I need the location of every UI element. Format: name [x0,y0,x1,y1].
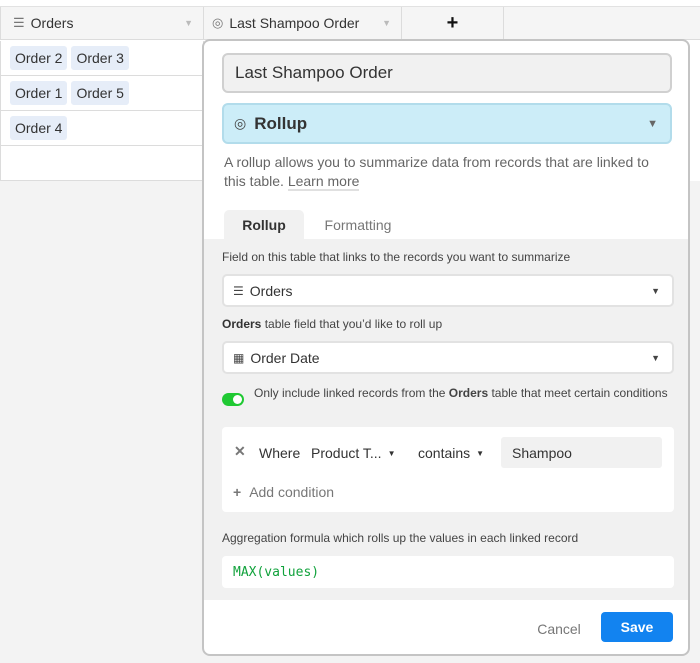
table-name: Orders [448,386,489,400]
add-row-area[interactable] [0,146,204,181]
linked-record-chip[interactable]: Order 5 [71,81,129,105]
column-header-last-shampoo-order[interactable]: ◎ Last Shampoo Order ▼ [204,7,402,40]
rollup-field-value: Order Date [250,349,320,366]
aggregation-formula-input[interactable]: MAX(values) [222,556,674,588]
field-type-label: Rollup [254,113,308,133]
conditions-box: ✕ Where Product T... ▼ contains ▼ Shampoo … [222,427,674,512]
remove-condition-icon[interactable]: ✕ [234,443,246,460]
filter-label-text: table that meet certain conditions [488,386,668,400]
link-field-select[interactable]: ☰ Orders ▼ [222,274,674,307]
condition-operator-value: contains [418,445,471,461]
table-row[interactable]: Order 2 Order 3 [0,41,204,76]
condition-operator-select[interactable]: contains ▼ [418,445,484,461]
save-button[interactable]: Save [601,612,673,642]
filter-toggle[interactable] [222,393,244,406]
tab-formatting[interactable]: Formatting [308,210,408,240]
rollup-field-label: Orders table field that you’d like to ro… [222,317,442,331]
chevron-down-icon[interactable]: ▼ [184,18,193,28]
field-type-description: A rollup allows you to summarize data fr… [224,153,674,191]
condition-value-input[interactable]: Shampoo [501,437,662,468]
header-empty-space [504,7,700,40]
field-type-select[interactable]: ◎ Rollup ▼ [222,103,672,144]
plus-icon: + [233,484,242,500]
rollup-field-select[interactable]: ▦ Order Date ▼ [222,341,674,374]
column-header-label: Orders [30,15,74,31]
field-config-popup: Last Shampoo Order ◎ Rollup ▼ A rollup a… [202,39,690,656]
column-header-orders[interactable]: ☰ Orders ▼ [0,7,204,40]
filter-toggle-label: Only include linked records from the Ord… [254,384,674,403]
table-row[interactable]: Order 4 [0,111,204,146]
table-row[interactable]: Order 1 Order 5 [0,76,204,111]
aggregation-label: Aggregation formula which rolls up the v… [222,531,579,545]
condition-where-label: Where [259,445,301,461]
linked-records-icon: ☰ [13,15,25,30]
chevron-down-icon: ▼ [647,117,658,130]
chevron-down-icon[interactable]: ▼ [382,18,391,28]
link-field-value: Orders [249,282,293,299]
add-condition-button[interactable]: + Add condition [233,484,334,500]
add-condition-label: Add condition [249,484,335,500]
rollup-settings-panel: Field on this table that links to the re… [204,239,688,600]
chevron-down-icon: ▼ [651,352,660,363]
table-name: Orders [222,317,262,331]
linked-records-icon: ☰ [233,283,244,298]
linked-record-chip[interactable]: Order 2 [10,46,68,70]
add-column-button[interactable]: + [402,7,504,40]
learn-more-link[interactable]: Learn more [287,173,360,191]
condition-field-value: Product T... [311,445,382,461]
tab-rollup[interactable]: Rollup [224,210,304,240]
plus-icon: + [446,11,459,34]
cancel-button[interactable]: Cancel [524,614,594,643]
chevron-down-icon: ▼ [476,449,485,458]
rollup-field-label-text: table field that you’d like to roll up [261,317,443,331]
linked-record-chip[interactable]: Order 1 [10,81,68,105]
calendar-icon: ▦ [233,350,245,365]
chevron-down-icon: ▼ [651,285,660,296]
chevron-down-icon: ▼ [387,449,396,458]
grid-top-strip [0,0,700,7]
filter-label-text: Only include linked records from the [254,386,449,400]
rollup-icon: ◎ [212,15,224,30]
linked-record-chip[interactable]: Order 3 [71,46,129,70]
link-field-label: Field on this table that links to the re… [222,250,571,264]
column-header-label: Last Shampoo Order [229,15,360,31]
field-name-input[interactable]: Last Shampoo Order [222,53,672,93]
condition-field-select[interactable]: Product T... ▼ [311,445,395,461]
linked-record-chip[interactable]: Order 4 [10,116,68,140]
rollup-icon: ◎ [234,115,247,131]
